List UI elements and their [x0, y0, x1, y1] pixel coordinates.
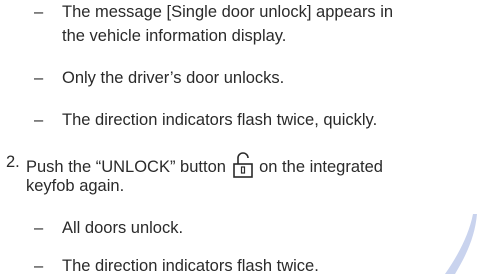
bullet-dash: – [34, 111, 44, 129]
bullet-text: The direction indicators flash twice, qu… [62, 111, 378, 129]
decorative-swoosh [445, 214, 477, 274]
bullet-text: The direction indicators flash twice. [62, 257, 319, 275]
bullet-text: Only the driver’s door unlocks. [62, 69, 285, 87]
step-text-before: Push the “UNLOCK” button [26, 158, 226, 176]
bullet-dash: – [34, 219, 44, 237]
bullet-dash: – [34, 3, 44, 21]
bullet-text: The message [Single door unlock] appears… [62, 3, 394, 21]
step-text-after: on the integrated [259, 158, 383, 176]
bullet-dash: – [34, 69, 44, 87]
bullet-dash: – [34, 257, 44, 275]
bullet-text: the vehicle information display. [62, 27, 287, 45]
bullet-text: All doors unlock. [62, 219, 184, 237]
unlock-padlock-icon [232, 152, 254, 183]
step-text: keyfob again. [26, 177, 125, 195]
step-number: 2. [6, 153, 20, 171]
